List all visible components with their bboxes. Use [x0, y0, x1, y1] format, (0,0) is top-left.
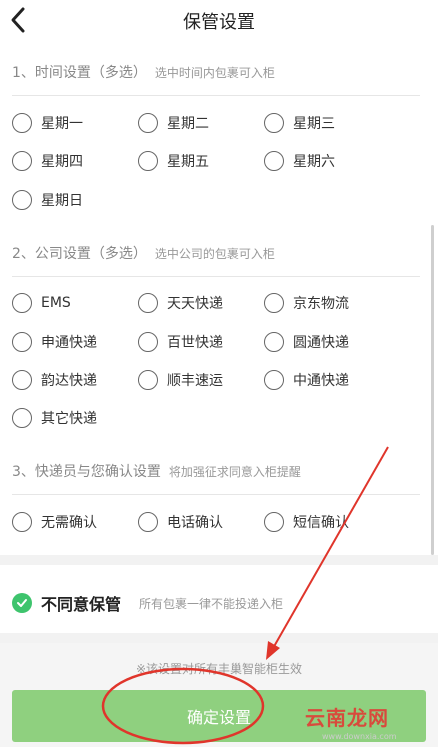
- option-label: 星期六: [293, 154, 335, 170]
- radio-circle-icon[interactable]: [264, 512, 284, 532]
- radio-circle-icon[interactable]: [264, 151, 284, 171]
- radio-yunda[interactable]: 韵达快递: [12, 367, 97, 393]
- page-title: 保管设置: [183, 12, 255, 33]
- radio-circle-icon[interactable]: [138, 151, 158, 171]
- radio-sto[interactable]: 申通快递: [12, 329, 97, 355]
- divider: [12, 494, 420, 495]
- company-section-title: 2、公司设置（多选） 选中公司的包裹可入柜: [12, 243, 275, 263]
- option-label: 圆通快递: [293, 335, 349, 351]
- disagree-toggle[interactable]: 不同意保管 所有包裹一律不能投递入柜: [12, 589, 283, 617]
- radio-circle-icon[interactable]: [12, 293, 32, 313]
- radio-circle-icon[interactable]: [12, 151, 32, 171]
- option-label: 天天快递: [167, 296, 223, 312]
- radio-circle-icon[interactable]: [138, 113, 158, 133]
- radio-jd[interactable]: 京东物流: [264, 290, 349, 316]
- radio-zto[interactable]: 中通快递: [264, 367, 349, 393]
- disagree-hint: 所有包裹一律不能投递入柜: [139, 596, 284, 611]
- radio-circle-icon[interactable]: [12, 332, 32, 352]
- section-separator: [0, 633, 438, 643]
- option-label: 星期一: [41, 116, 83, 132]
- option-label: 其它快递: [41, 411, 97, 427]
- option-label: EMS: [41, 295, 71, 311]
- option-label: 百世快递: [167, 335, 223, 351]
- option-label: 中通快递: [293, 373, 349, 389]
- radio-phone-confirm[interactable]: 电话确认: [138, 509, 223, 535]
- time-section-hint: 选中时间内包裹可入柜: [154, 66, 275, 80]
- option-label: 韵达快递: [41, 373, 97, 389]
- radio-wednesday[interactable]: 星期三: [264, 110, 335, 136]
- radio-tiantian[interactable]: 天天快递: [138, 290, 223, 316]
- confirm-section-hint: 将加强征求同意入柜提醒: [168, 465, 301, 479]
- radio-circle-icon[interactable]: [138, 332, 158, 352]
- radio-yto[interactable]: 圆通快递: [264, 329, 349, 355]
- option-label: 顺丰速运: [167, 373, 223, 389]
- scrollbar[interactable]: [431, 225, 434, 555]
- radio-friday[interactable]: 星期五: [138, 148, 209, 174]
- radio-sms-confirm[interactable]: 短信确认: [264, 509, 349, 535]
- radio-circle-icon[interactable]: [138, 370, 158, 390]
- time-section-label: 1、时间设置（多选）: [12, 65, 147, 81]
- top-bar: 保管设置: [0, 0, 438, 40]
- radio-sunday[interactable]: 星期日: [12, 187, 83, 213]
- disagree-label: 不同意保管: [41, 595, 122, 614]
- radio-circle-icon[interactable]: [12, 512, 32, 532]
- section-separator: [0, 555, 438, 565]
- radio-circle-icon[interactable]: [264, 293, 284, 313]
- option-label: 电话确认: [167, 515, 223, 531]
- radio-circle-icon[interactable]: [138, 293, 158, 313]
- check-circle-icon[interactable]: [12, 593, 32, 613]
- radio-circle-icon[interactable]: [264, 113, 284, 133]
- option-label: 星期三: [293, 116, 335, 132]
- radio-sf[interactable]: 顺丰速运: [138, 367, 223, 393]
- option-label: 京东物流: [293, 296, 349, 312]
- radio-circle-icon[interactable]: [12, 113, 32, 133]
- company-section-hint: 选中公司的包裹可入柜: [154, 247, 275, 261]
- radio-circle-icon[interactable]: [264, 332, 284, 352]
- option-label: 无需确认: [41, 515, 97, 531]
- option-label: 星期日: [41, 193, 83, 209]
- radio-circle-icon[interactable]: [12, 370, 32, 390]
- option-label: 短信确认: [293, 515, 349, 531]
- divider: [12, 276, 420, 277]
- option-label: 星期二: [167, 116, 209, 132]
- option-label: 申通快递: [41, 335, 97, 351]
- option-label: 星期四: [41, 154, 83, 170]
- radio-best[interactable]: 百世快递: [138, 329, 223, 355]
- footer-note: ※该设置对所有丰巢智能柜生效: [135, 662, 303, 676]
- radio-circle-icon[interactable]: [12, 190, 32, 210]
- radio-no-confirm[interactable]: 无需确认: [12, 509, 97, 535]
- watermark-subtext: www.downxia.com: [322, 732, 397, 741]
- radio-circle-icon[interactable]: [12, 408, 32, 428]
- radio-circle-icon[interactable]: [138, 512, 158, 532]
- option-label: 星期五: [167, 154, 209, 170]
- radio-saturday[interactable]: 星期六: [264, 148, 335, 174]
- radio-monday[interactable]: 星期一: [12, 110, 83, 136]
- divider: [12, 95, 420, 96]
- confirm-section-label: 3、快递员与您确认设置: [12, 464, 161, 480]
- confirm-section-title: 3、快递员与您确认设置 将加强征求同意入柜提醒: [12, 461, 301, 481]
- watermark-logo: 云南龙网: [305, 706, 389, 730]
- radio-circle-icon[interactable]: [264, 370, 284, 390]
- company-section-label: 2、公司设置（多选）: [12, 246, 147, 262]
- radio-ems[interactable]: EMS: [12, 290, 71, 316]
- radio-tuesday[interactable]: 星期二: [138, 110, 209, 136]
- radio-thursday[interactable]: 星期四: [12, 148, 83, 174]
- time-section-title: 1、时间设置（多选） 选中时间内包裹可入柜: [12, 62, 275, 82]
- radio-other[interactable]: 其它快递: [12, 405, 97, 431]
